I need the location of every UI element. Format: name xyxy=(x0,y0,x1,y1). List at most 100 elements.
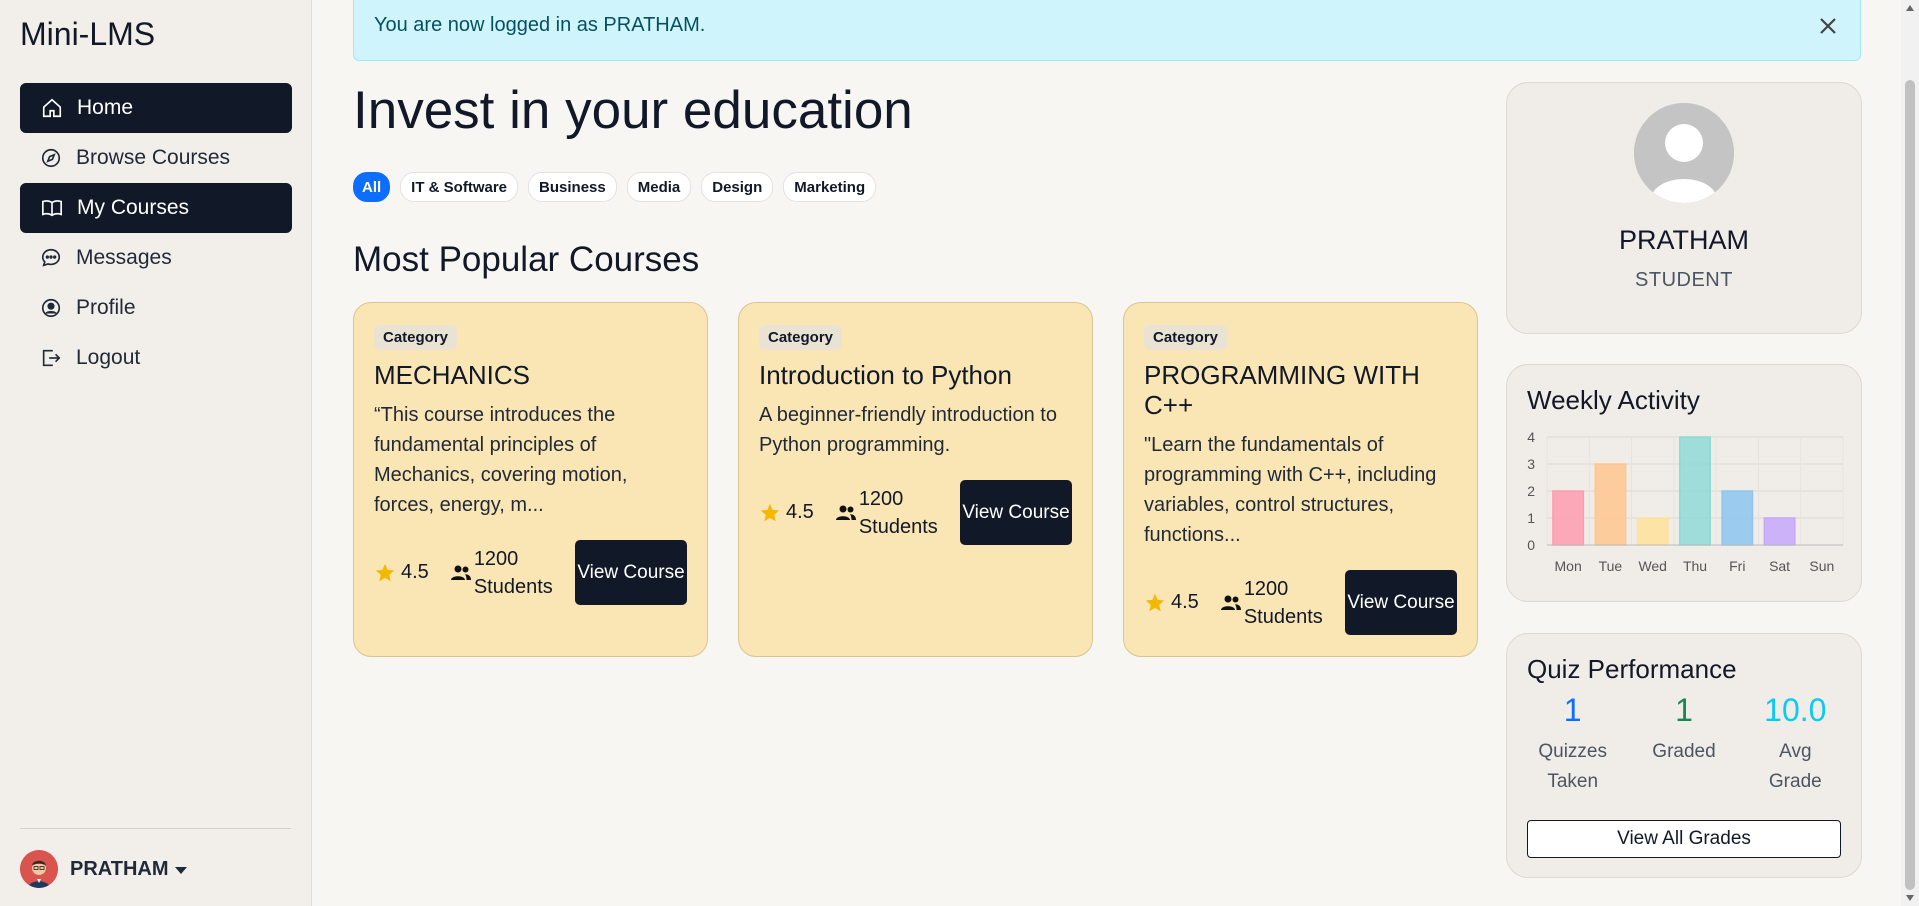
sidebar-item-messages[interactable]: Messages xyxy=(20,233,292,283)
sidebar-item-label: Home xyxy=(77,96,134,119)
x-tick-label: Sat xyxy=(1769,558,1790,574)
x-tick-label: Thu xyxy=(1683,558,1707,574)
students-count: 1200 Students xyxy=(473,547,553,598)
scroll-up-icon[interactable] xyxy=(1906,5,1914,11)
star-icon xyxy=(375,563,395,581)
y-tick-label: 2 xyxy=(1527,483,1535,499)
sidebar-item-home[interactable]: Home xyxy=(20,83,292,133)
compass-icon xyxy=(40,147,62,169)
profile-role: STUDENT xyxy=(1635,269,1733,291)
quiz-performance-card: Quiz Performance 1 Quizzes Taken 1 Grade… xyxy=(1506,633,1862,878)
chart-bar xyxy=(1721,490,1754,546)
chip-media[interactable]: Media xyxy=(626,172,692,202)
page-scrollbar[interactable] xyxy=(1901,0,1919,906)
sidebar-divider xyxy=(20,828,291,829)
sidebar-nav: Home Browse Courses My Courses Messages … xyxy=(20,83,292,383)
weekly-activity-card: Weekly Activity 0 1 2 3 4 Mon Tue Wed Thu Fri Sat S… xyxy=(1506,364,1862,602)
chart-bar xyxy=(1679,436,1711,546)
course-footer: 4.5 1200 Students View Course xyxy=(1144,570,1457,635)
logout-icon xyxy=(40,347,62,369)
sidebar-item-label: Logout xyxy=(76,346,141,369)
y-tick-label: 4 xyxy=(1527,429,1535,445)
stat-label-line: Graded xyxy=(1652,741,1716,762)
stat-value: 1 xyxy=(1563,692,1582,728)
chat-icon xyxy=(40,247,62,269)
stat-label-line: Avg xyxy=(1779,741,1812,762)
x-tick-label: Wed xyxy=(1638,558,1667,574)
rating-value: 4.5 xyxy=(786,501,814,523)
view-course-button[interactable]: View Course xyxy=(960,480,1072,545)
sidebar-item-browse-courses[interactable]: Browse Courses xyxy=(20,133,292,183)
view-all-grades-button[interactable]: View All Grades xyxy=(1527,820,1841,858)
stat-label-line: Grade xyxy=(1768,771,1822,792)
course-title: PROGRAMMING WITH C++ xyxy=(1144,360,1420,420)
x-tick-label: Mon xyxy=(1555,558,1582,574)
course-title: Introduction to Python xyxy=(759,360,1012,390)
stat-label: Quizzes Taken xyxy=(1517,737,1628,797)
scroll-thumb[interactable] xyxy=(1905,80,1915,890)
x-tick-label: Fri xyxy=(1729,558,1745,574)
course-description: "Learn the fundamentals of programming w… xyxy=(1144,434,1437,546)
chart-bar xyxy=(1552,490,1585,546)
course-description: “This course introduces the fundamental … xyxy=(374,404,628,516)
chip-it-software[interactable]: IT & Software xyxy=(400,172,519,202)
course-rating: 4.5 xyxy=(1144,591,1199,614)
course-card: Category MECHANICS “This course introduc… xyxy=(353,302,708,657)
scroll-down-icon[interactable] xyxy=(1906,895,1914,901)
stat-value: 1 xyxy=(1675,692,1693,728)
stat-label-line: Quizzes xyxy=(1538,741,1607,762)
sidebar-item-my-courses[interactable]: My Courses xyxy=(20,183,292,233)
close-icon[interactable] xyxy=(1814,12,1842,40)
star-icon xyxy=(760,503,780,521)
category-badge: Category xyxy=(1144,325,1228,350)
course-rating: 4.5 xyxy=(759,501,814,524)
sidebar-item-label: My Courses xyxy=(77,196,190,219)
course-students: 1200 Students xyxy=(449,545,575,601)
avatar xyxy=(1634,103,1734,203)
chart-bar xyxy=(1594,463,1627,546)
category-badge: Category xyxy=(374,325,458,350)
rating-value: 4.5 xyxy=(401,561,429,583)
course-footer: 4.5 1200 Students View Course xyxy=(759,480,1072,545)
user-menu-dropdown[interactable]: PRATHAM xyxy=(20,850,187,888)
course-students: 1200 Students xyxy=(834,485,960,541)
users-icon xyxy=(835,505,856,520)
stat-label-line: Taken xyxy=(1547,771,1599,792)
brand-logo[interactable]: Mini-LMS xyxy=(20,16,155,53)
chip-all[interactable]: All xyxy=(353,172,391,202)
quiz-stat-graded: 1 Graded xyxy=(1628,692,1739,797)
x-tick-label: Tue xyxy=(1599,558,1623,574)
rating-value: 4.5 xyxy=(1171,591,1199,613)
stat-label: Avg Grade xyxy=(1740,737,1851,797)
chip-marketing[interactable]: Marketing xyxy=(783,172,877,202)
x-tick-label: Sun xyxy=(1809,558,1834,574)
quiz-stat-avg-grade: 10.0 Avg Grade xyxy=(1740,692,1851,797)
view-course-button[interactable]: View Course xyxy=(1345,570,1457,635)
chip-business[interactable]: Business xyxy=(528,172,617,202)
avatar xyxy=(20,850,58,888)
star-icon xyxy=(1145,593,1165,611)
caret-down-icon xyxy=(174,866,187,874)
user-circle-icon xyxy=(40,297,62,319)
sidebar-item-label: Profile xyxy=(76,296,136,319)
quiz-stats: 1 Quizzes Taken 1 Graded 10.0 Avg Grade xyxy=(1517,692,1851,797)
course-description: A beginner-friendly introduction to Pyth… xyxy=(759,404,1057,456)
view-course-button[interactable]: View Course xyxy=(575,540,687,605)
y-tick-label: 0 xyxy=(1527,537,1535,553)
chip-design[interactable]: Design xyxy=(701,172,774,202)
sidebar-item-label: Browse Courses xyxy=(76,146,231,169)
course-title: MECHANICS xyxy=(374,360,531,390)
chart-title: Weekly Activity xyxy=(1527,385,1700,415)
sidebar-item-label: Messages xyxy=(76,246,172,269)
quiz-title: Quiz Performance xyxy=(1527,654,1737,684)
course-students: 1200 Students xyxy=(1219,575,1345,631)
sidebar-item-logout[interactable]: Logout xyxy=(20,333,292,383)
students-count: 1200 Students xyxy=(1243,577,1323,628)
course-card: Category Introduction to Python A beginn… xyxy=(738,302,1093,657)
sidebar-item-profile[interactable]: Profile xyxy=(20,283,292,333)
y-tick-label: 1 xyxy=(1527,510,1535,526)
category-filter-chips: All IT & Software Business Media Design … xyxy=(353,172,886,202)
course-card: Category PROGRAMMING WITH C++ "Learn the… xyxy=(1123,302,1478,657)
stat-value: 10.0 xyxy=(1764,692,1827,728)
chart-bar xyxy=(1636,517,1669,546)
